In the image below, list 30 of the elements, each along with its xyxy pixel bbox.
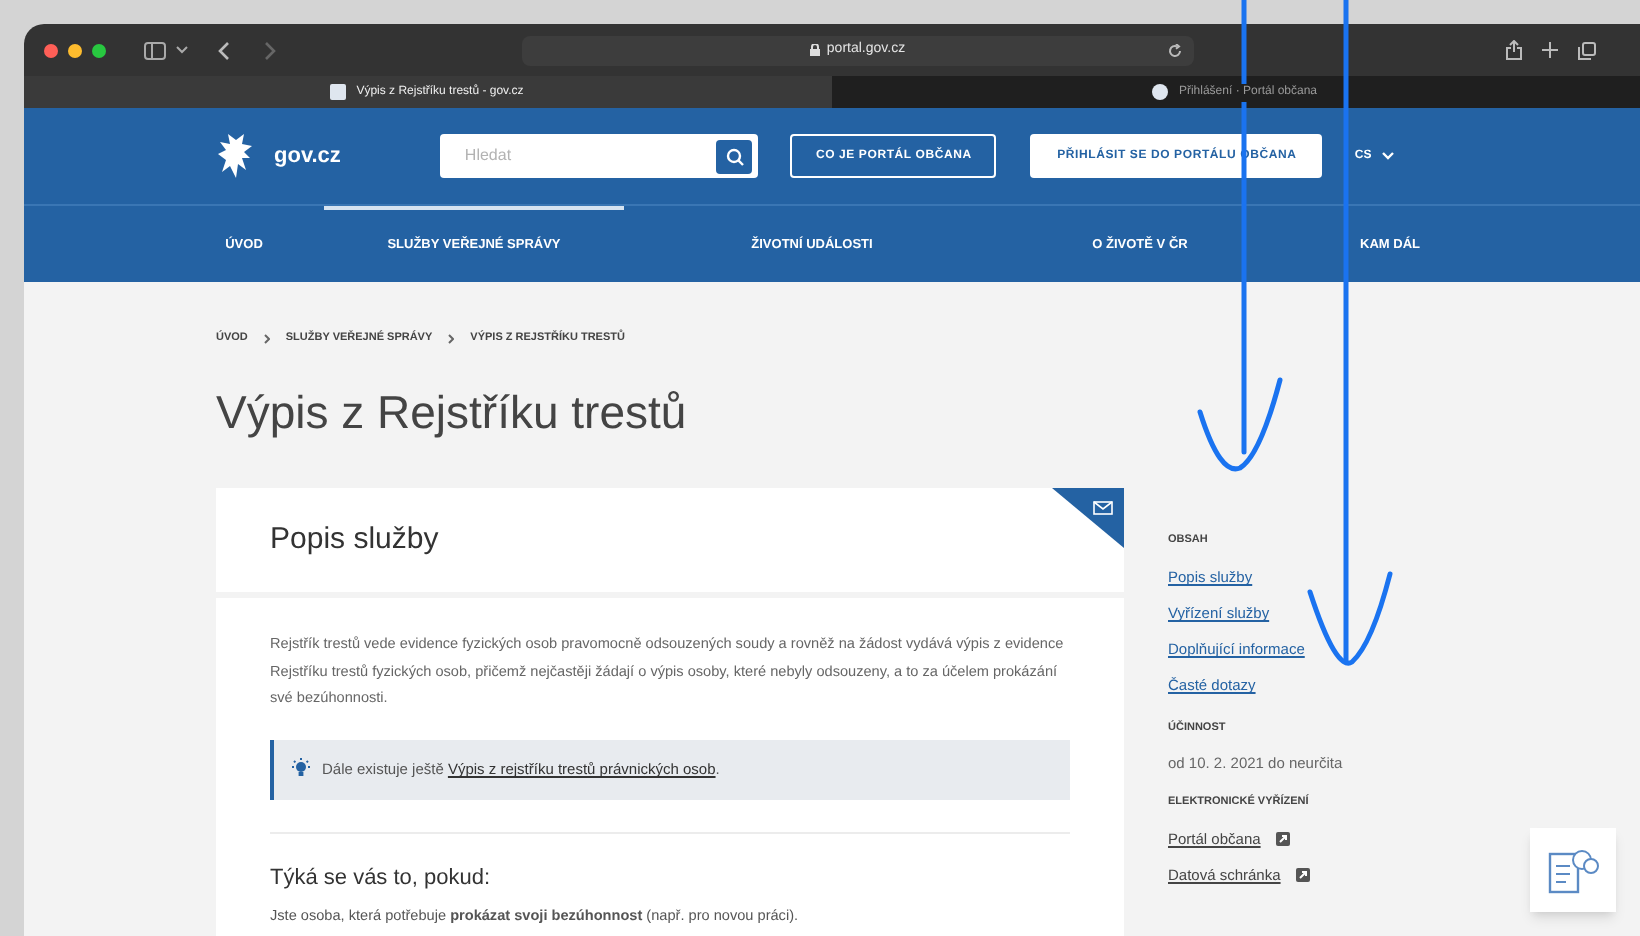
external-link-icon [1296, 868, 1311, 883]
feedback-form-icon [1547, 846, 1599, 894]
back-icon[interactable] [218, 41, 230, 59]
page-title: Výpis z Rejstříku trestů [216, 390, 689, 437]
favicon-icon [330, 84, 347, 100]
minimize-window-icon[interactable] [68, 43, 82, 57]
lightbulb-icon [290, 758, 312, 781]
feedback-button[interactable] [1530, 828, 1616, 912]
close-window-icon[interactable] [44, 43, 58, 57]
lock-icon [810, 44, 821, 56]
search-input[interactable]: Hledat [464, 144, 717, 168]
chevron-down-icon [1381, 152, 1394, 160]
logo-text[interactable]: gov.cz [274, 139, 341, 173]
mail-corner-icon[interactable] [1052, 488, 1124, 549]
chevron-right-icon [263, 333, 270, 344]
reload-icon[interactable] [1168, 43, 1182, 57]
plus-icon[interactable] [1542, 42, 1558, 58]
chevron-right-icon [448, 333, 455, 344]
search-icon [725, 147, 744, 165]
section-heading: Týká se vás to, pokud: [270, 863, 493, 894]
maximize-window-icon[interactable] [92, 43, 106, 57]
share-icon[interactable] [1506, 40, 1522, 60]
search-button[interactable] [716, 139, 753, 173]
search-field[interactable]: Hledat [440, 134, 759, 178]
card-title: Popis služby [270, 520, 439, 560]
sidebar-icon[interactable] [144, 41, 166, 59]
external-link-icon [1276, 832, 1291, 847]
favicon-icon [1152, 84, 1169, 100]
chevron-down-icon[interactable] [176, 46, 188, 54]
tabs-overview-icon[interactable] [1578, 41, 1596, 59]
